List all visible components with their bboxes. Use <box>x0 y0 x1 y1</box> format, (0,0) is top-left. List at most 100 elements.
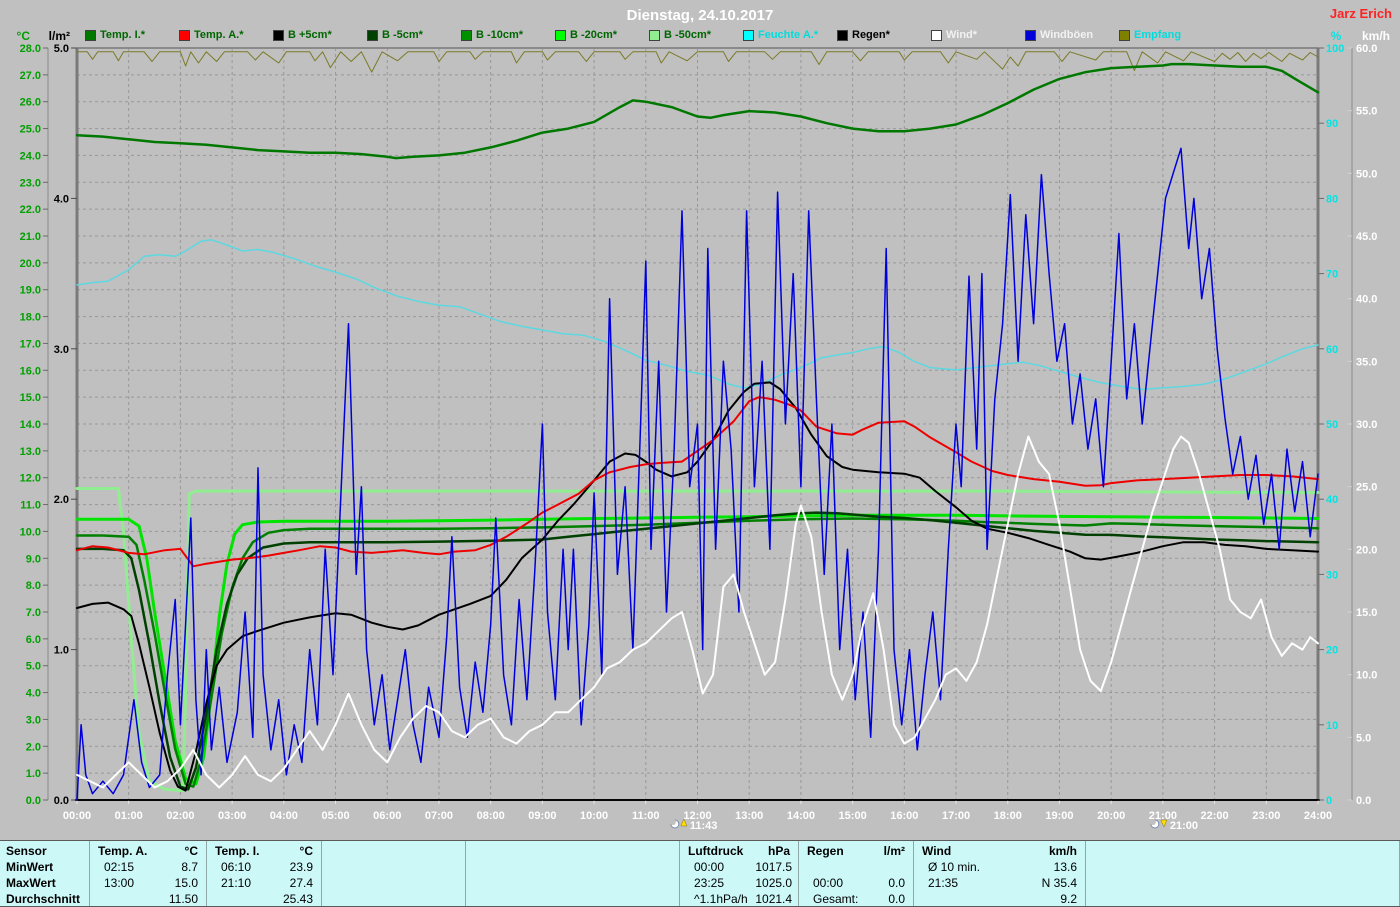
cell-value <box>1263 875 1399 891</box>
axis-header-kmh: km/h <box>1362 29 1390 43</box>
celsius-tick-label: 19.0 <box>20 285 41 297</box>
empty-column <box>466 841 680 906</box>
legend-swatch-regen <box>837 30 848 41</box>
table-row: 21:1027.4 <box>207 875 321 891</box>
celsius-tick-label: 0.0 <box>26 795 41 807</box>
percent-tick-label: 50 <box>1326 419 1338 431</box>
percent-tick-label: 90 <box>1326 118 1338 130</box>
column-unit <box>1257 843 1399 859</box>
legend-item-feuchte-a: Feuchte A.* <box>743 29 837 41</box>
cell-time: 00:00 <box>680 859 755 875</box>
legend-item-b-5cm: B +5cm* <box>273 29 367 41</box>
hour-tick-label: 17:00 <box>942 810 970 822</box>
hour-tick-label: 14:00 <box>787 810 815 822</box>
cell-value: 0.0 <box>872 891 913 907</box>
column-unit: hPa <box>749 843 798 859</box>
cell-time <box>322 891 410 907</box>
legend-swatch-b-50cm <box>649 30 660 41</box>
percent-tick-label: 20 <box>1326 645 1338 657</box>
percent-tick-label: 30 <box>1326 569 1338 581</box>
cell-value: 1017.5 <box>755 859 800 875</box>
percent-tick-label: 0 <box>1326 795 1332 807</box>
cell-time: 02:15 <box>90 859 164 875</box>
cell-value <box>591 891 679 907</box>
hour-tick-label: 15:00 <box>839 810 867 822</box>
percent-tick-label: 100 <box>1326 43 1344 55</box>
sensor-column-luftdruck: LuftdruckhPa00:001017.523:251025.0^1.1hP… <box>680 841 799 906</box>
column-name: Temp. I. <box>207 843 274 859</box>
sensor-column-temp-i: Temp. I.°C06:1023.921:1027.425.43 <box>207 841 322 906</box>
hour-tick-label: 00:00 <box>63 810 91 822</box>
celsius-tick-label: 26.0 <box>20 97 41 109</box>
lm2-tick-label: 5.0 <box>54 43 69 55</box>
celsius-tick-label: 12.0 <box>20 473 41 485</box>
column-name <box>466 843 585 859</box>
celsius-tick-label: 18.0 <box>20 312 41 324</box>
celsius-tick-label: 21.0 <box>20 231 41 243</box>
cell-time <box>322 859 410 875</box>
chart-title: Dienstag, 24.10.2017 <box>627 7 774 24</box>
kmh-tick-label: 55.0 <box>1356 106 1377 118</box>
cell-time: Gesamt: <box>799 891 872 907</box>
legend-swatch-b-10cm <box>461 30 472 41</box>
legend-swatch-windb-en <box>1025 30 1036 41</box>
author-label: Jarz Erich <box>1330 6 1392 21</box>
celsius-tick-label: 1.0 <box>26 768 41 780</box>
table-row <box>799 859 913 875</box>
cell-value <box>872 859 913 875</box>
celsius-tick-label: 16.0 <box>20 365 41 377</box>
column-unit: °C <box>274 843 321 859</box>
legend-swatch-b-5cm <box>273 30 284 41</box>
percent-tick-label: 70 <box>1326 269 1338 281</box>
chart-plot-area[interactable]: °Cl/m²%km/h0.01.02.03.04.05.06.07.08.09.… <box>0 0 1400 840</box>
celsius-tick-label: 17.0 <box>20 338 41 350</box>
column-name <box>322 843 404 859</box>
celsius-tick-label: 28.0 <box>20 43 41 55</box>
kmh-tick-label: 5.0 <box>1356 732 1371 744</box>
cell-value: 13.6 <box>1017 859 1085 875</box>
celsius-tick-label: 4.0 <box>26 688 41 700</box>
kmh-tick-label: 40.0 <box>1356 294 1377 306</box>
cell-time <box>90 891 164 907</box>
lm2-tick-label: 0.0 <box>54 795 69 807</box>
hour-tick-label: 04:00 <box>270 810 298 822</box>
lm2-tick-label: 2.0 <box>54 494 69 506</box>
kmh-tick-label: 30.0 <box>1356 419 1377 431</box>
legend-label: B -50cm* <box>664 29 711 41</box>
cell-value <box>1263 859 1399 875</box>
legend-item-temp-a: Temp. A.* <box>179 29 273 41</box>
axis-header-celsius: °C <box>17 29 31 43</box>
legend-swatch-b-20cm <box>555 30 566 41</box>
cell-time <box>466 875 591 891</box>
celsius-tick-label: 24.0 <box>20 150 41 162</box>
hour-tick-label: 16:00 <box>890 810 918 822</box>
celsius-tick-label: 10.0 <box>20 526 41 538</box>
hour-tick-label: 24:00 <box>1304 810 1332 822</box>
celsius-tick-label: 5.0 <box>26 661 41 673</box>
table-row: 06:1023.9 <box>207 859 321 875</box>
hour-tick-label: 18:00 <box>994 810 1022 822</box>
column-unit <box>585 843 679 859</box>
hour-tick-label: 13:00 <box>735 810 763 822</box>
column-name: Regen <box>799 843 866 859</box>
legend-item-b-5cm: B -5cm* <box>367 29 461 41</box>
legend-swatch-temp-a <box>179 30 190 41</box>
row-label-sensor: Sensor <box>0 843 89 859</box>
hour-tick-label: 07:00 <box>425 810 453 822</box>
table-row <box>1086 859 1399 875</box>
hour-tick-label: 23:00 <box>1252 810 1280 822</box>
cell-time: 13:00 <box>90 875 164 891</box>
axis-header-percent: % <box>1331 29 1342 43</box>
kmh-tick-label: 15.0 <box>1356 607 1377 619</box>
legend-label: B -10cm* <box>476 29 523 41</box>
table-row-labels-column: SensorMinWertMaxWertDurchschnitt <box>0 841 90 906</box>
cell-time <box>914 891 1017 907</box>
hour-tick-label: 10:00 <box>580 810 608 822</box>
legend-item-wind: Wind* <box>931 29 1025 41</box>
table-row <box>322 891 465 907</box>
cell-value <box>410 859 465 875</box>
sensor-column-temp-a: Temp. A.°C02:158.713:0015.011.50 <box>90 841 207 906</box>
cell-value: 1021.4 <box>755 891 800 907</box>
legend-label: Windböen <box>1040 29 1093 41</box>
cell-value: 9.2 <box>1017 891 1085 907</box>
